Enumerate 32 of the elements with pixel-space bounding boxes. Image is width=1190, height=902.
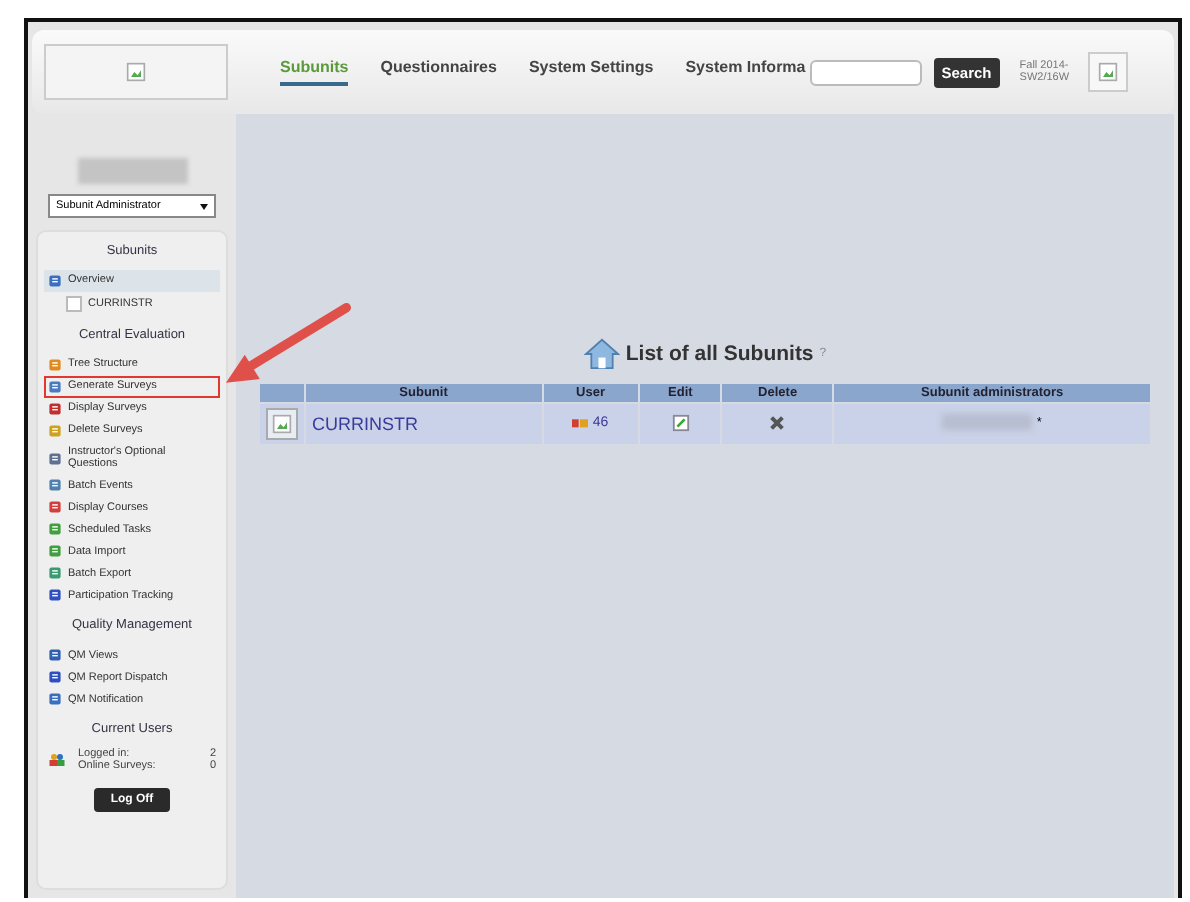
page-icon [48, 648, 62, 663]
page-icon [48, 692, 62, 707]
house-icon [583, 338, 620, 370]
page-icon [48, 670, 62, 685]
page-icon [48, 544, 62, 559]
broken-image-icon [126, 62, 146, 82]
caret-icon [200, 203, 208, 209]
nav-tab[interactable]: System Informa [685, 58, 806, 86]
edit-icon[interactable] [671, 413, 690, 431]
page-icon [48, 566, 62, 581]
users-icon [48, 752, 66, 769]
page-title: List of all Subunits [625, 342, 814, 366]
blurred-name [942, 414, 1033, 430]
blurred-username [77, 158, 187, 184]
page-icon [48, 588, 62, 603]
broken-image-icon [1097, 62, 1118, 82]
page-icon [48, 522, 62, 537]
page-icon [48, 424, 62, 438]
search-field[interactable] [809, 59, 922, 85]
nav-tab[interactable]: System Settings [528, 58, 654, 86]
nav-tab[interactable]: Questionnaires [380, 58, 497, 86]
table-header [260, 384, 304, 402]
page-icon [48, 274, 62, 288]
page-icon [48, 380, 62, 394]
page-icon [48, 478, 62, 493]
broken-image-icon [272, 414, 292, 434]
page-icon [48, 500, 62, 515]
page-icon [48, 402, 62, 416]
page-icon [48, 358, 62, 372]
delete-icon[interactable] [768, 413, 787, 431]
users-icon [572, 416, 589, 429]
page-icon [48, 451, 62, 466]
